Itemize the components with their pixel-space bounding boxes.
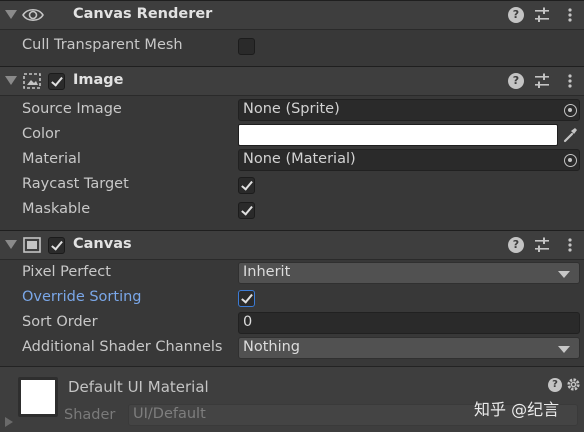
header-icons: ? [508,237,584,255]
field-value: None (Sprite) [243,101,340,117]
chevron-down-icon [558,346,570,353]
color-swatch-field[interactable] [238,124,558,146]
object-picker-icon[interactable] [564,104,577,117]
canvas-component-icon [23,237,41,253]
presets-icon[interactable] [534,237,550,253]
row-maskable: Maskable [0,198,584,223]
help-icon[interactable]: ? [548,378,562,392]
header-icons: ? [508,7,584,25]
eyedropper-icon[interactable] [560,124,580,146]
eye-icon [22,8,44,22]
image-header[interactable]: Image ? [0,66,584,96]
row-override-sorting: Override Sorting [0,286,584,311]
dropdown-value: Nothing [243,339,301,355]
field-value: None (Material) [243,151,356,167]
dropdown-value: Inherit [243,264,291,280]
property-label: Additional Shader Channels [22,339,223,355]
canvas-enabled-checkbox[interactable] [48,237,65,254]
raycast-target-checkbox[interactable] [238,177,255,194]
image-enabled-checkbox[interactable] [48,73,65,90]
source-image-field[interactable]: None (Sprite) [238,99,580,121]
component-title: Canvas Renderer [73,6,213,22]
property-label: Raycast Target [22,176,129,192]
more-options-icon[interactable] [562,73,578,89]
image-component-icon [23,73,41,89]
additional-shader-channels-dropdown[interactable]: Nothing [238,337,580,359]
gear-icon[interactable] [566,377,581,392]
object-picker-icon[interactable] [564,154,577,167]
field-value: UI/Default [133,406,206,422]
help-icon[interactable]: ? [508,237,524,253]
more-options-icon[interactable] [562,7,578,23]
override-sorting-checkbox[interactable] [238,290,255,307]
pixel-perfect-dropdown[interactable]: Inherit [238,262,580,284]
property-label: Pixel Perfect [22,264,111,280]
property-label: Cull Transparent Mesh [22,37,183,53]
property-label: Material [22,151,81,167]
property-label: Sort Order [22,314,98,330]
component-title: Canvas [73,236,132,252]
canvas-renderer-header[interactable]: Canvas Renderer ? [0,0,584,30]
maskable-checkbox[interactable] [238,202,255,219]
row-pixel-perfect: Pixel Perfect Inherit [0,261,584,286]
row-raycast-target: Raycast Target [0,173,584,198]
header-icons: ? [508,73,584,91]
more-options-icon[interactable] [562,237,578,253]
chevron-down-icon [558,271,570,278]
property-label: Color [22,126,60,142]
property-label: Maskable [22,201,91,217]
help-icon[interactable]: ? [508,7,524,23]
fold-arrow-icon[interactable] [5,240,17,249]
material-name: Default UI Material [68,378,209,396]
presets-icon[interactable] [534,73,550,89]
material-thumbnail[interactable] [18,377,58,417]
presets-icon[interactable] [534,7,550,23]
inspector-panel: Canvas Renderer ? Cull Transparent Mesh … [0,0,584,432]
property-label: Override Sorting [22,289,142,305]
row-additional-shader-channels: Additional Shader Channels Nothing [0,336,584,361]
canvas-header[interactable]: Canvas ? [0,230,584,260]
help-icon[interactable]: ? [508,73,524,89]
component-title: Image [73,72,124,88]
shader-label: Shader [64,407,116,423]
row-sort-order: Sort Order 0 [0,311,584,336]
row-color: Color [0,123,584,148]
watermark-text: 知乎 @纪言 [474,400,560,419]
row-source-image: Source Image None (Sprite) [0,98,584,123]
row-cull-transparent-mesh: Cull Transparent Mesh [0,34,584,59]
cull-transparent-mesh-checkbox[interactable] [238,38,255,55]
property-label: Source Image [22,101,122,117]
field-value: 0 [243,314,253,330]
material-field[interactable]: None (Material) [238,149,580,171]
sort-order-input[interactable]: 0 [238,312,580,334]
fold-arrow-icon[interactable] [5,10,17,19]
fold-arrow-icon[interactable] [5,417,13,427]
row-material: Material None (Material) [0,148,584,173]
fold-arrow-icon[interactable] [5,76,17,85]
